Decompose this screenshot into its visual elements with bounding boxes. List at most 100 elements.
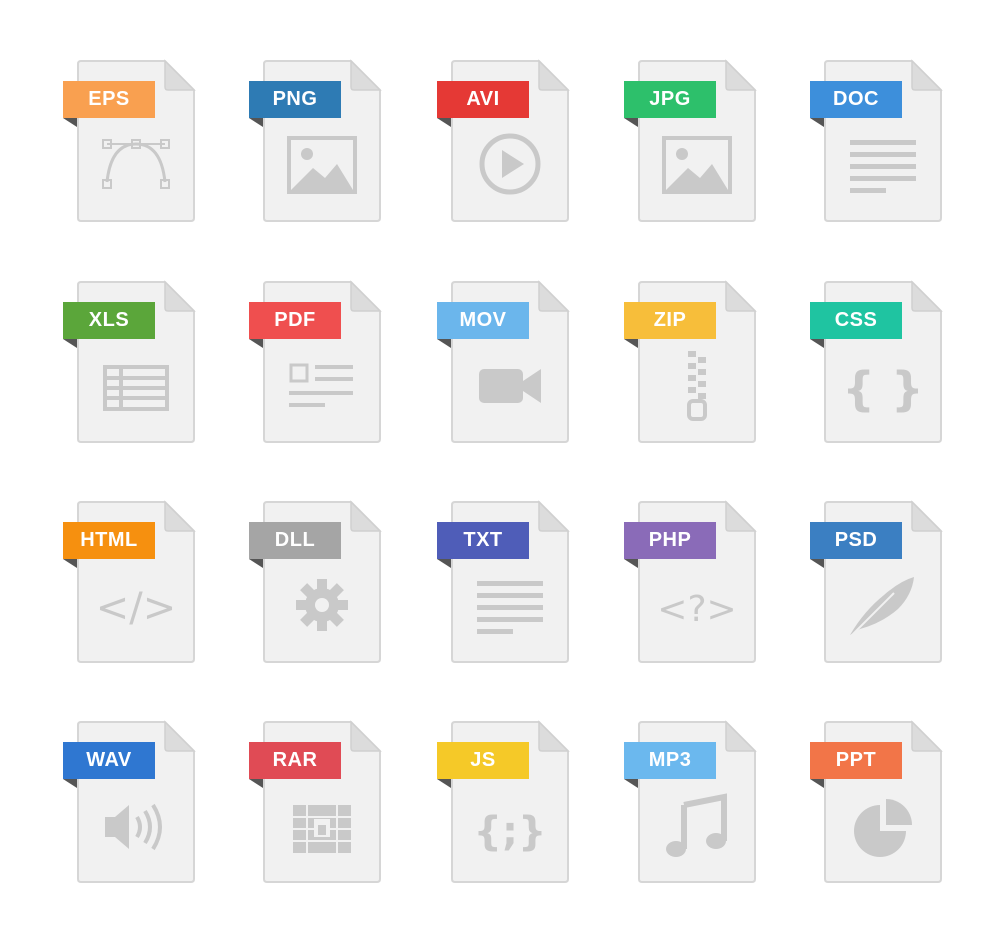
file-type-label: CSS [810,302,902,339]
svg-text:<?>: <?> [657,589,736,630]
file-type-php-card: PHP <?> [624,500,757,663]
file-type-tag: AVI [437,81,529,127]
file-type-tag: WAV [63,742,155,788]
code-tag-icon: </> [77,571,195,651]
file-type-label: ZIP [624,302,716,339]
file-type-js-card: JS {;} [437,720,570,883]
tag-fold [63,339,77,348]
file-type-zip-card: ZIP [624,280,757,443]
file-type-dll-card: DLL [249,500,382,663]
file-type-label: DLL [249,522,341,559]
file-type-tag: HTML [63,522,155,568]
file-type-tag: DLL [249,522,341,568]
file-type-tag: MP3 [624,742,716,788]
file-icon-grid: EPS PNG AVI JPG DOC XLS PDF MOV ZIP CSS … [0,0,1000,936]
file-type-label: HTML [63,522,155,559]
js-braces-icon: {;} [451,791,569,871]
tag-fold [63,559,77,568]
file-type-wav-card: WAV [63,720,196,883]
tag-fold [437,559,451,568]
file-type-png-card: PNG [249,59,382,222]
document-layout-icon [263,351,381,431]
file-type-label: PNG [249,81,341,118]
tag-fold [624,118,638,127]
file-type-pdf-card: PDF [249,280,382,443]
file-type-tag: XLS [63,302,155,348]
file-type-label: TXT [437,522,529,559]
file-type-ppt-card: PPT [810,720,943,883]
tag-fold [63,118,77,127]
video-camera-icon [451,351,569,431]
tag-fold [437,779,451,788]
file-type-xls-card: XLS [63,280,196,443]
file-type-jpg-card: JPG [624,59,757,222]
file-type-tag: PNG [249,81,341,127]
archive-icon [263,791,381,871]
tag-fold [810,339,824,348]
music-note-icon [638,791,756,871]
file-type-label: JPG [624,81,716,118]
file-type-label: PPT [810,742,902,779]
file-type-tag: JS [437,742,529,788]
file-type-avi-card: AVI [437,59,570,222]
tag-fold [437,339,451,348]
gear-icon [263,571,381,651]
file-type-label: MOV [437,302,529,339]
feather-icon [824,571,942,651]
svg-text:{ }: { } [842,362,924,416]
tag-fold [63,779,77,788]
tag-fold [810,779,824,788]
tag-fold [437,118,451,127]
file-type-tag: JPG [624,81,716,127]
file-type-tag: EPS [63,81,155,127]
file-type-label: PDF [249,302,341,339]
tag-fold [810,118,824,127]
file-type-psd-card: PSD [810,500,943,663]
file-type-css-card: CSS { } [810,280,943,443]
text-lines-icon [824,130,942,210]
file-type-mp3-card: MP3 [624,720,757,883]
file-type-rar-card: RAR [249,720,382,883]
file-type-tag: TXT [437,522,529,568]
file-type-label: AVI [437,81,529,118]
file-type-label: JS [437,742,529,779]
zipper-icon [638,351,756,431]
file-type-label: EPS [63,81,155,118]
file-type-tag: RAR [249,742,341,788]
file-type-tag: PPT [810,742,902,788]
text-lines-icon [451,571,569,651]
tag-fold [249,779,263,788]
file-type-txt-card: TXT [437,500,570,663]
tag-fold [624,779,638,788]
file-type-tag: MOV [437,302,529,348]
svg-text:{;}: {;} [474,809,547,855]
curly-braces-icon: { } [824,351,942,431]
file-type-tag: PSD [810,522,902,568]
file-type-label: PHP [624,522,716,559]
file-type-tag: PHP [624,522,716,568]
file-type-tag: DOC [810,81,902,127]
image-icon [263,130,381,210]
file-type-label: RAR [249,742,341,779]
file-type-label: DOC [810,81,902,118]
file-type-tag: PDF [249,302,341,348]
file-type-mov-card: MOV [437,280,570,443]
file-type-doc-card: DOC [810,59,943,222]
svg-text:</>: </> [96,585,177,631]
tag-fold [249,559,263,568]
file-type-tag: ZIP [624,302,716,348]
tag-fold [624,559,638,568]
play-circle-icon [451,130,569,210]
file-type-html-card: HTML </> [63,500,196,663]
file-type-tag: CSS [810,302,902,348]
file-type-label: PSD [810,522,902,559]
file-type-label: XLS [63,302,155,339]
image-icon [638,130,756,210]
spreadsheet-icon [77,351,195,431]
tag-fold [624,339,638,348]
bezier-curve-icon [77,130,195,210]
tag-fold [249,118,263,127]
file-type-label: MP3 [624,742,716,779]
file-type-eps-card: EPS [63,59,196,222]
file-type-label: WAV [63,742,155,779]
